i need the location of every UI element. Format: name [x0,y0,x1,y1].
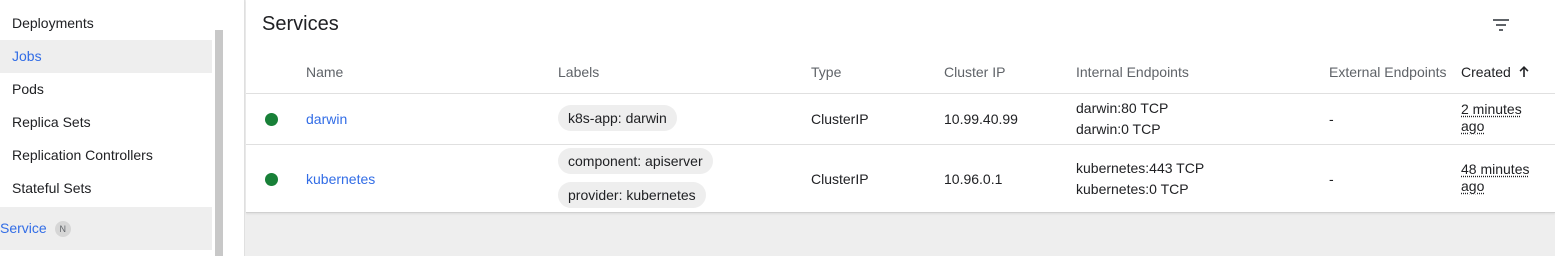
sidebar-item-deployments[interactable]: Deployments [0,7,212,40]
internal-endpoint: kubernetes:0 TCP [1076,181,1189,197]
created-age: 48 minutes ago [1461,161,1530,194]
column-header-labels: Labels [558,64,600,80]
app-root: Deployments Jobs Pods Replica Sets Repli… [0,0,1555,256]
arrow-up-icon [1519,65,1529,80]
filter-icon[interactable] [1491,16,1511,34]
service-type: ClusterIP [811,171,869,187]
status-ok-icon [265,173,278,186]
cluster-ip: 10.99.40.99 [944,111,1018,127]
internal-endpoint: darwin:80 TCP [1076,100,1169,116]
created-age: 2 minutes ago [1461,101,1522,134]
sidebar-scrollbar[interactable] [215,30,223,256]
external-endpoints: - [1329,171,1334,187]
status-ok-icon [265,113,278,126]
column-header-type[interactable]: Type [811,64,841,80]
column-header-internal-endpoints: Internal Endpoints [1076,64,1189,80]
cluster-ip: 10.96.0.1 [944,171,1003,187]
label-chip: component: apiserver [558,148,713,174]
sidebar-item-replication-controllers[interactable]: Replication Controllers [0,139,212,172]
sidebar-nav-list: Deployments Jobs Pods Replica Sets Repli… [0,0,214,256]
sidebar-item-jobs[interactable]: Jobs [0,40,212,73]
services-card: Services Name Labels Type Cluster IP Int… [246,0,1555,213]
column-header-external-endpoints: External Endpoints [1329,64,1447,80]
service-name-link[interactable]: darwin [306,111,347,127]
column-header-cluster-ip[interactable]: Cluster IP [944,64,1005,80]
sidebar-item-stateful-sets[interactable]: Stateful Sets [0,172,212,205]
service-type: ClusterIP [811,111,869,127]
sidebar-section-service[interactable]: Service N [0,207,212,250]
internal-endpoint: darwin:0 TCP [1076,121,1161,137]
sidebar: Deployments Jobs Pods Replica Sets Repli… [0,0,245,256]
card-title: Services [262,13,339,35]
sidebar-item-replica-sets[interactable]: Replica Sets [0,106,212,139]
column-header-created[interactable]: Created [1461,64,1529,80]
namespaced-badge: N [54,220,71,237]
label-chip: provider: kubernetes [558,182,706,208]
external-endpoints: - [1329,111,1334,127]
sidebar-section-service-label: Service [0,220,47,236]
column-header-created-label: Created [1461,64,1511,80]
label-chip: k8s-app: darwin [558,105,677,131]
service-name-link[interactable]: kubernetes [306,171,375,187]
column-header-name[interactable]: Name [306,64,343,80]
header-divider [246,93,1555,94]
internal-endpoint: kubernetes:443 TCP [1076,160,1205,176]
sidebar-item-pods[interactable]: Pods [0,73,212,106]
row-divider [246,144,1555,145]
